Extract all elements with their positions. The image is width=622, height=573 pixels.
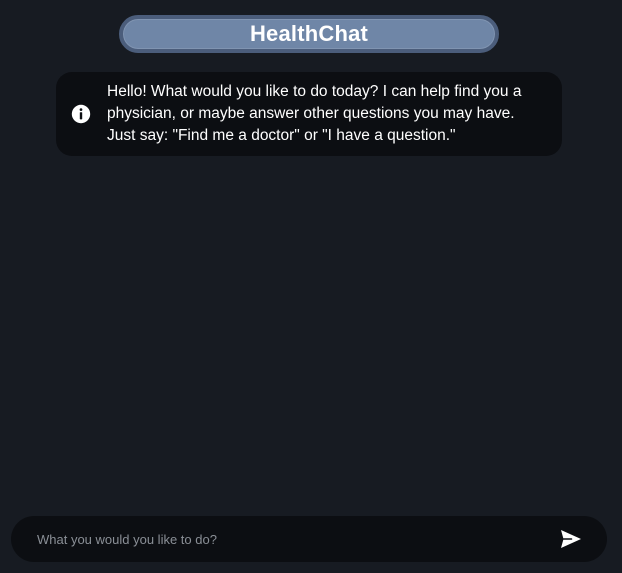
assistant-message: Hello! What would you like to do today? … (56, 72, 562, 156)
message-input[interactable] (11, 516, 549, 562)
app-header: HealthChat (119, 15, 499, 53)
info-icon (71, 104, 91, 124)
message-composer (11, 516, 607, 562)
chat-app: HealthChat Hello! What would you like to… (0, 0, 622, 573)
send-icon (561, 530, 581, 548)
send-button[interactable] (549, 516, 593, 562)
assistant-message-text: Hello! What would you like to do today? … (107, 83, 522, 144)
app-title: HealthChat (249, 21, 369, 46)
